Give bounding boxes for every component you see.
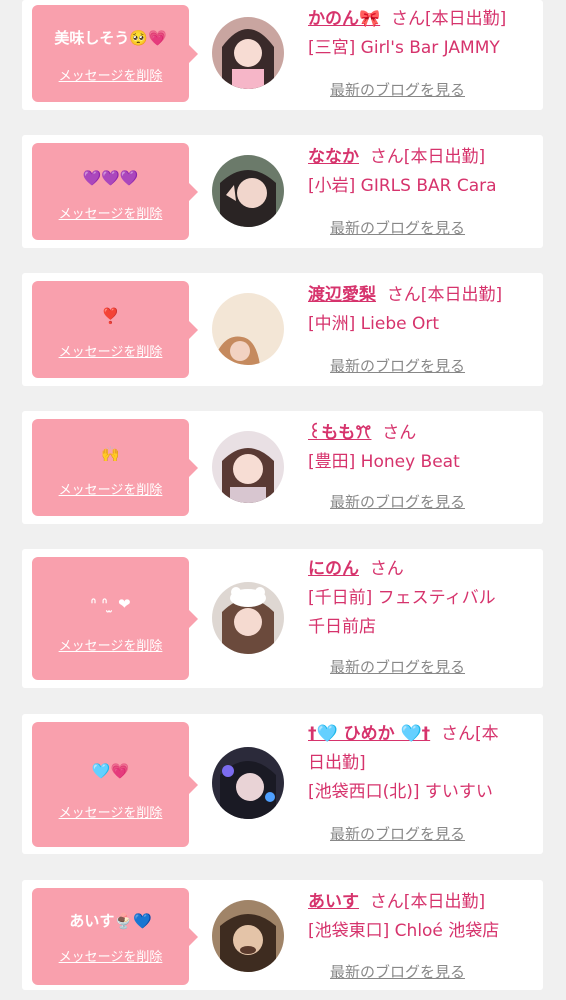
cast-status-cont: 日出勤] — [308, 753, 366, 773]
cast-status: さん — [369, 559, 404, 579]
message-text: ᐢ ᐢ ̫ ❤ — [90, 595, 131, 613]
message-text: 🙌 — [101, 445, 120, 463]
cast-name-link[interactable]: ななか — [308, 147, 359, 167]
cast-status: さん[本 — [440, 724, 499, 744]
message-card: 🩵💗 メッセージを削除 †🩵 ひめか 🩵† さん[本 日出勤] [池袋西口(北)… — [22, 714, 543, 854]
avatar[interactable] — [212, 431, 284, 503]
shop-name: [三宮] Girl's Bar JAMMY — [308, 38, 500, 58]
message-bubble: ❣️ メッセージを削除 — [32, 281, 198, 378]
cast-info: にのん さん [千日前] フェスティバル 千日前店 — [308, 555, 536, 642]
cast-name-link[interactable]: 渡辺愛梨 — [308, 285, 376, 305]
cast-name-link[interactable]: ꒰ももꔫ — [308, 423, 371, 443]
delete-message-link[interactable]: メッセージを削除 — [32, 479, 189, 498]
message-bubble: 🙌 メッセージを削除 — [32, 419, 198, 516]
shop-name: [小岩] GIRLS BAR Cara — [308, 176, 497, 196]
delete-message-link[interactable]: メッセージを削除 — [32, 341, 189, 360]
message-text: ❣️ — [101, 307, 120, 325]
latest-blog-link[interactable]: 最新のブログを見る — [330, 656, 465, 677]
latest-blog-link[interactable]: 最新のブログを見る — [330, 79, 465, 100]
cast-info: ꒰ももꔫ さん [豊田] Honey Beat — [308, 419, 536, 477]
cast-name-link[interactable]: あいす — [308, 892, 359, 912]
cast-info: あいす さん[本日出勤] [池袋東口] Chloé 池袋店 — [308, 888, 536, 946]
message-text: 💜💜💜 — [82, 169, 139, 187]
avatar[interactable] — [212, 747, 284, 819]
cast-name-link[interactable]: にのん — [308, 559, 359, 579]
cast-status: さん[本日出勤] — [369, 892, 486, 912]
avatar[interactable] — [212, 17, 284, 89]
delete-message-link[interactable]: メッセージを削除 — [32, 203, 189, 222]
cast-info: 渡辺愛梨 さん[本日出勤] [中洲] Liebe Ort — [308, 281, 536, 339]
cast-status: さん[本日出勤] — [390, 9, 507, 29]
shop-name: [池袋東口] Chloé 池袋店 — [308, 921, 500, 941]
cast-name-link[interactable]: †🩵 ひめか 🩵† — [308, 724, 430, 744]
cast-status: さん — [382, 423, 417, 443]
latest-blog-link[interactable]: 最新のブログを見る — [330, 355, 465, 376]
message-text: 美味しそう🥺💗 — [54, 29, 167, 47]
message-bubble: 🩵💗 メッセージを削除 — [32, 722, 198, 847]
latest-blog-link[interactable]: 最新のブログを見る — [330, 961, 465, 982]
shop-name: [千日前] フェスティバル — [308, 588, 496, 608]
message-card: 💜💜💜 メッセージを削除 ななか さん[本日出勤] [小岩] GIRLS BAR… — [22, 135, 543, 248]
cast-name-link[interactable]: かのん🎀 — [308, 9, 380, 29]
shop-name: [池袋西口(北)] すいすい — [308, 782, 493, 802]
message-card: ᐢ ᐢ ̫ ❤ メッセージを削除 にのん さん [千日前] フェスティバル 千日… — [22, 549, 543, 688]
shop-name: [豊田] Honey Beat — [308, 452, 460, 472]
message-bubble: あいす🍨💙 メッセージを削除 — [32, 888, 198, 985]
message-card: 美味しそう🥺💗 メッセージを削除 かのん🎀 さん[本日出勤] [三宮] Girl… — [22, 0, 543, 110]
latest-blog-link[interactable]: 最新のブログを見る — [330, 491, 465, 512]
message-text: 🩵💗 — [91, 762, 130, 780]
message-bubble: 💜💜💜 メッセージを削除 — [32, 143, 198, 240]
avatar[interactable] — [212, 900, 284, 972]
avatar[interactable] — [212, 293, 284, 365]
avatar[interactable] — [212, 582, 284, 654]
latest-blog-link[interactable]: 最新のブログを見る — [330, 823, 465, 844]
message-bubble: 美味しそう🥺💗 メッセージを削除 — [32, 5, 198, 102]
message-card: 🙌 メッセージを削除 ꒰ももꔫ さん [豊田] Honey Beat 最新のブロ… — [22, 411, 543, 524]
delete-message-link[interactable]: メッセージを削除 — [32, 635, 189, 654]
shop-name: [中洲] Liebe Ort — [308, 314, 440, 334]
message-text: あいす🍨💙 — [69, 912, 152, 930]
cast-info: かのん🎀 さん[本日出勤] [三宮] Girl's Bar JAMMY — [308, 5, 536, 63]
message-bubble: ᐢ ᐢ ̫ ❤ メッセージを削除 — [32, 557, 198, 680]
cast-status: さん[本日出勤] — [369, 147, 486, 167]
cast-info: †🩵 ひめか 🩵† さん[本 日出勤] [池袋西口(北)] すいすい — [308, 720, 536, 807]
cast-info: ななか さん[本日出勤] [小岩] GIRLS BAR Cara — [308, 143, 536, 201]
delete-message-link[interactable]: メッセージを削除 — [32, 802, 189, 821]
shop-name-line2: 千日前店 — [308, 617, 376, 637]
message-card: ❣️ メッセージを削除 渡辺愛梨 さん[本日出勤] [中洲] Liebe Ort… — [22, 273, 543, 386]
message-card: あいす🍨💙 メッセージを削除 あいす さん[本日出勤] [池袋東口] Chloé… — [22, 880, 543, 990]
latest-blog-link[interactable]: 最新のブログを見る — [330, 217, 465, 238]
delete-message-link[interactable]: メッセージを削除 — [32, 946, 189, 965]
cast-status: さん[本日出勤] — [386, 285, 503, 305]
avatar[interactable] — [212, 155, 284, 227]
delete-message-link[interactable]: メッセージを削除 — [32, 65, 189, 84]
